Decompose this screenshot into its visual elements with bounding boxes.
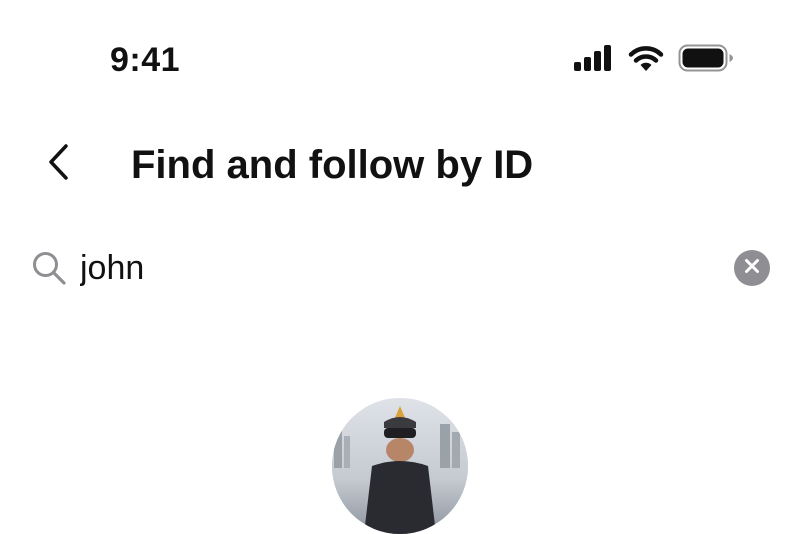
profile-photo [332, 398, 468, 534]
cellular-signal-icon [574, 45, 614, 71]
page-title: Find and follow by ID [131, 143, 534, 187]
search-input[interactable] [80, 244, 734, 292]
battery-icon [678, 44, 734, 72]
wifi-icon [628, 44, 664, 72]
avatar[interactable] [332, 398, 468, 534]
status-time: 9:41 [110, 41, 181, 79]
back-button[interactable] [38, 142, 78, 186]
clear-icon [743, 257, 761, 280]
search-bar [30, 242, 772, 294]
search-icon [30, 249, 68, 287]
status-icons [574, 44, 734, 72]
clear-search-button[interactable] [734, 250, 770, 286]
chevron-left-icon [45, 142, 71, 187]
